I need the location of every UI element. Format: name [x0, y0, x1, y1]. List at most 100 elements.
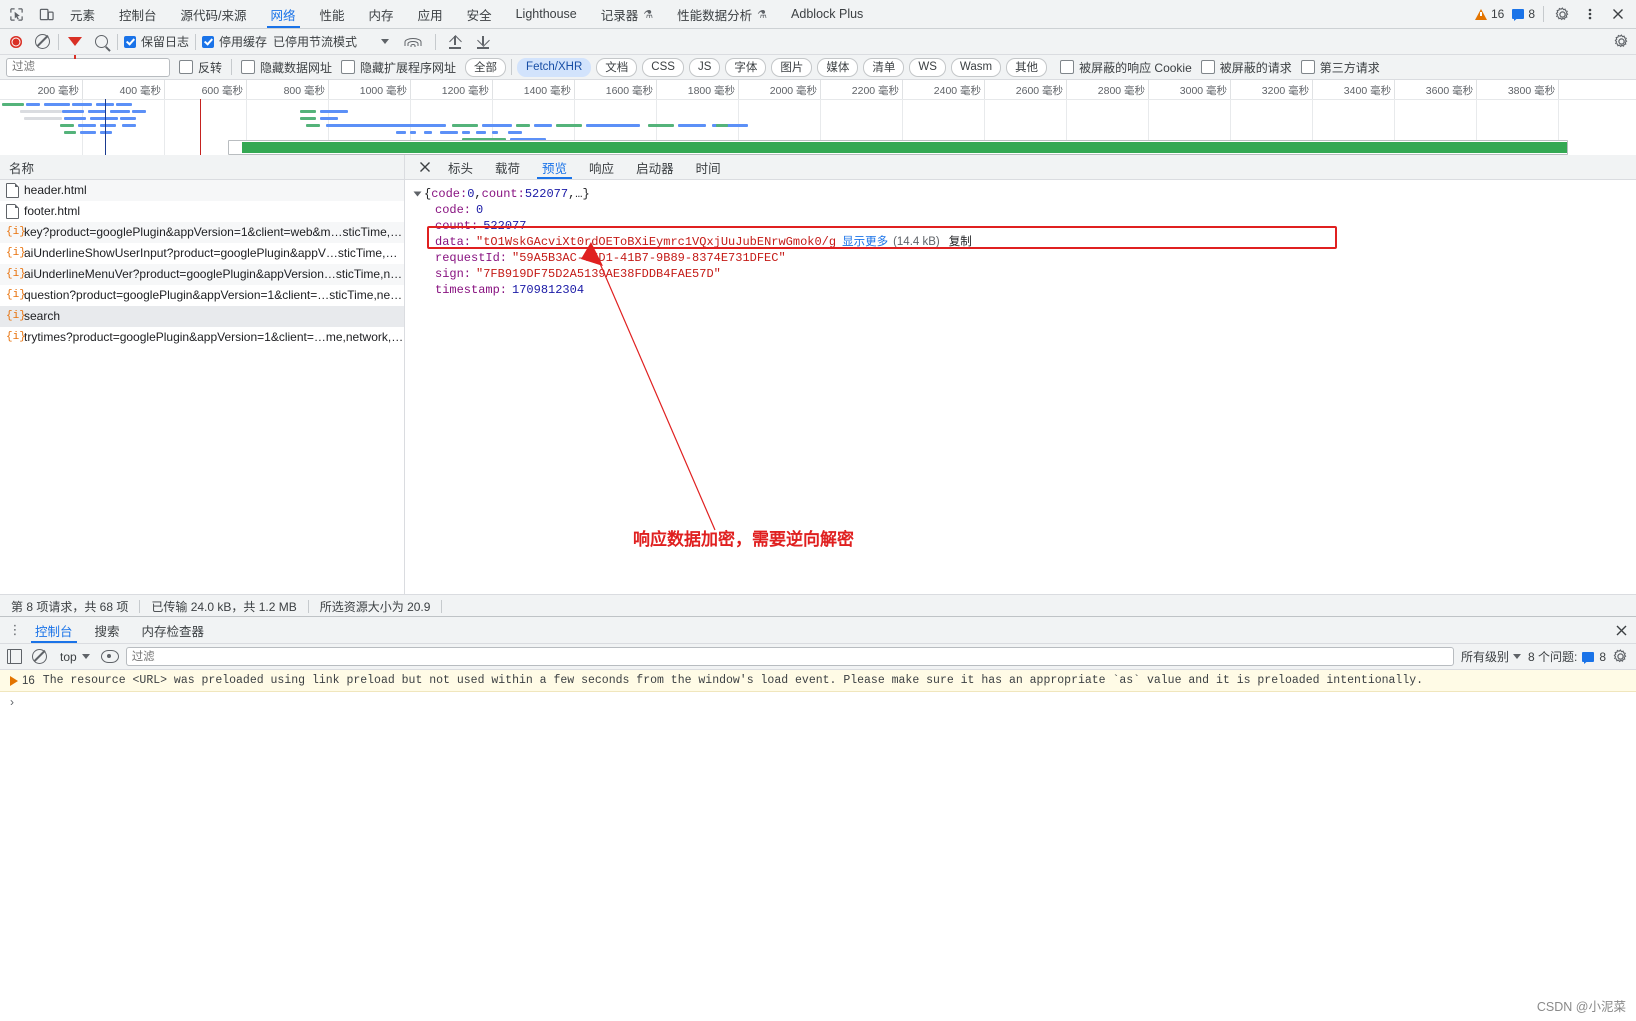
network-settings-gear-icon[interactable]	[1614, 33, 1630, 50]
blocked-requests-checkbox[interactable]: 被屏蔽的请求	[1200, 59, 1292, 76]
more-vertical-icon[interactable]: ⋮	[6, 617, 24, 643]
gear-icon[interactable]	[1552, 4, 1572, 24]
request-list-header[interactable]: 名称	[0, 155, 404, 180]
execution-context-select[interactable]: top	[56, 650, 94, 664]
import-har-icon[interactable]	[448, 34, 462, 49]
console-filter-input[interactable]	[125, 647, 1454, 666]
invert-checkbox[interactable]: 反转	[179, 59, 222, 76]
chip-label: Wasm	[959, 61, 993, 73]
table-row[interactable]: {i} key?product=googlePlugin&appVersion=…	[0, 222, 404, 243]
chip-fetch-xhr[interactable]: Fetch/XHR	[517, 57, 592, 77]
tab-preview[interactable]: 预览	[531, 155, 578, 179]
close-icon[interactable]	[1606, 617, 1636, 643]
checkbox-box	[124, 35, 136, 48]
chip-js[interactable]: JS	[688, 57, 721, 77]
drawer-tab-search[interactable]: 搜索	[84, 617, 131, 643]
request-list[interactable]: header.html footer.html {i} key?product=…	[0, 180, 404, 602]
json-key: code:	[435, 203, 472, 217]
tab-network[interactable]: 网络	[259, 0, 308, 28]
tab-response[interactable]: 响应	[578, 155, 625, 179]
tab-performance-insights[interactable]: 性能数据分析 ⚗	[665, 0, 779, 28]
tab-performance[interactable]: 性能	[308, 0, 357, 28]
tab-lighthouse[interactable]: Lighthouse	[504, 0, 589, 28]
copy-link[interactable]: 复制	[949, 234, 972, 250]
blocked-response-cookies-checkbox[interactable]: 被屏蔽的响应 Cookie	[1060, 59, 1192, 76]
chip-doc[interactable]: 文档	[596, 57, 638, 77]
console-message-row[interactable]: 16 The resource <URL> was preloaded usin…	[0, 670, 1636, 692]
drawer-tab-memory-inspector[interactable]: 内存检查器	[131, 617, 216, 643]
table-row[interactable]: {i} trytimes?product=googlePlugin&appVer…	[0, 327, 404, 348]
tab-adblock-plus[interactable]: Adblock Plus	[779, 0, 875, 28]
disable-cache-checkbox[interactable]: 停用缓存	[202, 33, 267, 50]
table-row[interactable]: {i} question?product=googlePlugin&appVer…	[0, 285, 404, 306]
close-icon[interactable]	[1608, 4, 1628, 24]
third-party-requests-checkbox[interactable]: 第三方请求	[1300, 59, 1380, 76]
clear-console-icon[interactable]	[29, 647, 49, 667]
live-expression-icon[interactable]	[100, 650, 119, 663]
json-field-sign: sign: "7FB919DF75D2A5139AE38FDDB4FAE57D"	[415, 266, 1636, 282]
tab-recorder[interactable]: 记录器 ⚗	[589, 0, 665, 28]
chip-font[interactable]: 字体	[725, 57, 767, 77]
hide-data-urls-checkbox[interactable]: 隐藏数据网址	[241, 59, 332, 76]
tab-sources[interactable]: 源代码/来源	[169, 0, 259, 28]
tab-payload[interactable]: 载荷	[484, 155, 531, 179]
warning-badge[interactable]: 16	[1474, 7, 1504, 21]
chip-media[interactable]: 媒体	[817, 57, 859, 77]
json-field-data: data: "tO1WskGAcviXt0rdOEToBXiEymrc1VQxj…	[415, 234, 1636, 250]
message-badge[interactable]: 8	[1512, 7, 1535, 21]
close-detail-icon[interactable]	[413, 155, 437, 179]
drawer-tab-console[interactable]: 控制台	[24, 617, 84, 643]
chip-ws[interactable]: WS	[909, 57, 946, 77]
overview-selection-band[interactable]	[228, 140, 1568, 155]
chip-other[interactable]: 其他	[1006, 57, 1048, 77]
chevron-down-icon[interactable]	[381, 39, 390, 44]
tab-elements[interactable]: 元素	[58, 0, 107, 28]
throttling-select[interactable]: 已停用节流模式	[273, 33, 357, 50]
filter-icon[interactable]	[65, 32, 85, 59]
tab-console[interactable]: 控制台	[107, 0, 169, 28]
selection-handle-left[interactable]	[229, 142, 242, 153]
table-row[interactable]: {i} aiUnderlineShowUserInput?product=goo…	[0, 243, 404, 264]
tab-initiator[interactable]: 启动器	[625, 155, 685, 179]
network-overview[interactable]: 200 毫秒 400 毫秒 600 毫秒 800 毫秒 1000 毫秒 1200 毫秒 14…	[0, 80, 1636, 159]
console-prompt[interactable]: ›	[0, 692, 1636, 712]
filter-input[interactable]	[6, 57, 170, 77]
json-root-row[interactable]: { code: 0 , count: 522077 ,…}	[413, 186, 1636, 202]
tab-timing[interactable]: 时间	[685, 155, 732, 179]
console-sidebar-icon[interactable]	[7, 649, 22, 664]
table-row[interactable]: footer.html	[0, 201, 404, 222]
record-icon[interactable]	[6, 32, 26, 52]
message-group-count: 16	[10, 675, 35, 687]
tab-application[interactable]: 应用	[406, 0, 455, 28]
clear-icon[interactable]	[32, 32, 52, 52]
table-row[interactable]: header.html	[0, 180, 404, 201]
expand-arrow-icon[interactable]	[10, 675, 18, 686]
log-level-select[interactable]: 所有级别	[1461, 648, 1521, 665]
issues-badge[interactable]: 8 个问题: 8	[1528, 648, 1606, 665]
tab-headers[interactable]: 标头	[437, 155, 484, 179]
chevron-down-icon	[81, 654, 90, 659]
chip-manifest[interactable]: 清单	[863, 57, 905, 77]
preserve-log-checkbox[interactable]: 保留日志	[124, 33, 189, 50]
chip-img[interactable]: 图片	[771, 57, 813, 77]
chip-all[interactable]: 全部	[465, 57, 507, 77]
more-vertical-icon[interactable]	[1580, 4, 1600, 24]
console-settings-gear-icon[interactable]	[1613, 648, 1629, 665]
network-conditions-icon[interactable]	[404, 35, 422, 49]
device-toolbar-icon[interactable]	[36, 4, 56, 24]
hide-extension-urls-checkbox[interactable]: 隐藏扩展程序网址	[341, 59, 456, 76]
table-row-selected[interactable]: {i} search	[0, 306, 404, 327]
overview-request-bar	[476, 131, 486, 134]
chip-css[interactable]: CSS	[642, 57, 684, 77]
table-row[interactable]: {i} aiUnderlineMenuVer?product=googlePlu…	[0, 264, 404, 285]
tab-memory[interactable]: 内存	[357, 0, 406, 28]
show-more-link[interactable]: 显示更多	[842, 234, 888, 250]
export-har-icon[interactable]	[476, 33, 490, 49]
inspect-icon[interactable]	[6, 4, 26, 24]
expand-triangle-icon[interactable]	[413, 191, 422, 197]
chip-wasm[interactable]: Wasm	[950, 57, 1002, 77]
overview-request-bar	[648, 124, 674, 127]
overview-request-bar	[716, 124, 728, 127]
tab-security[interactable]: 安全	[455, 0, 504, 28]
search-icon[interactable]	[91, 32, 111, 52]
